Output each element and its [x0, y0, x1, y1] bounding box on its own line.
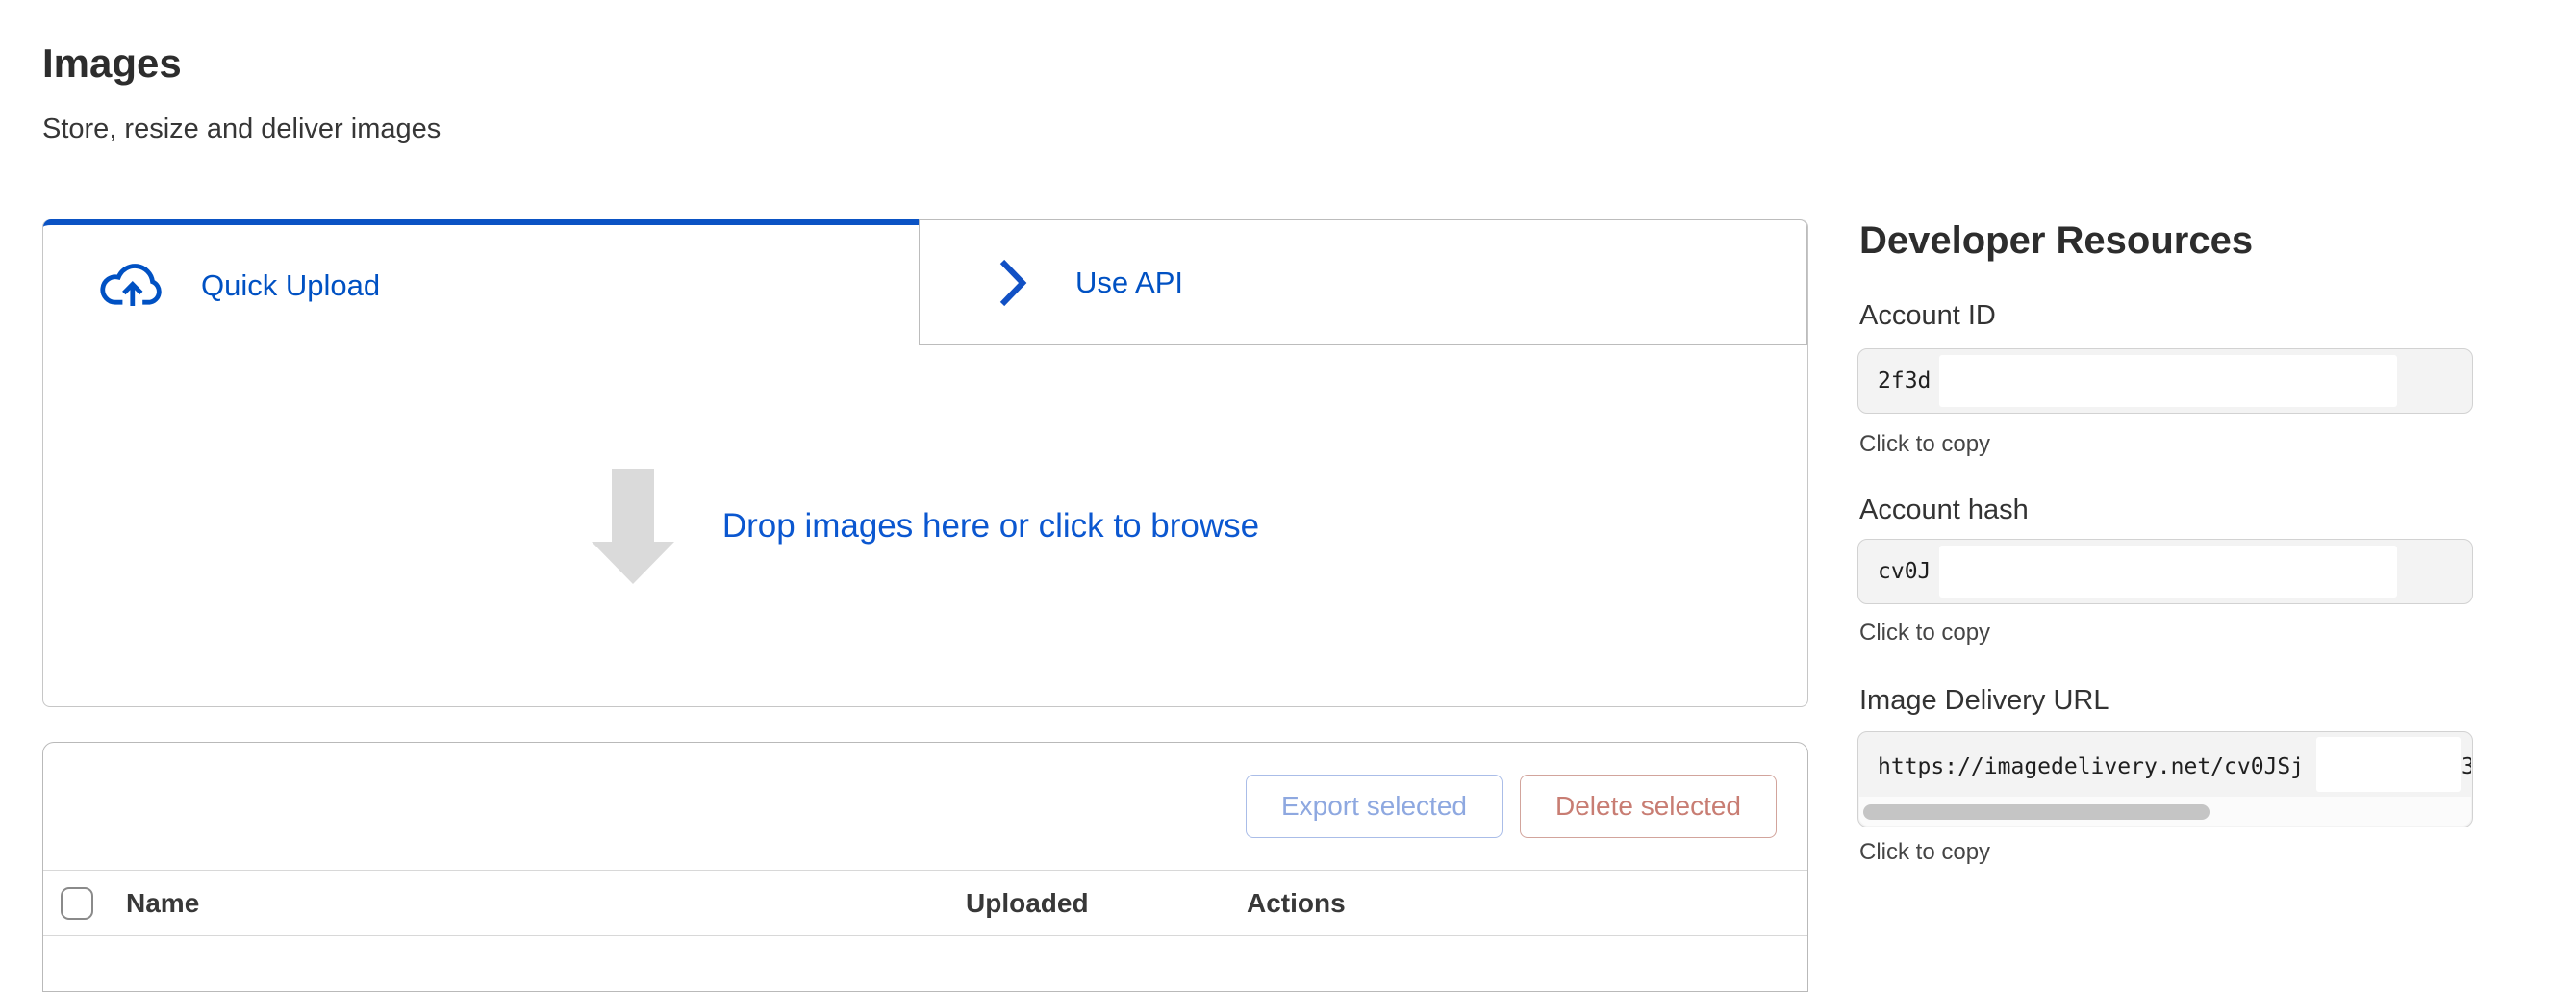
down-arrow-icon [592, 469, 674, 584]
redaction-box [1939, 355, 2397, 407]
delete-selected-button[interactable]: Delete selected [1520, 775, 1777, 838]
account-id-label: Account ID [1859, 300, 1996, 332]
redaction-box [1939, 546, 2397, 598]
table-header-row: Name Uploaded Actions [43, 871, 1807, 936]
account-id-value: 2f3d [1878, 369, 1931, 394]
tab-use-api[interactable]: Use API [919, 219, 1807, 345]
developer-resources-title: Developer Resources [1859, 219, 2253, 263]
upload-panel: Quick Upload Use API Drop images here or… [42, 219, 1808, 707]
account-hash-value: cv0J [1878, 559, 1931, 584]
image-dropzone[interactable]: Drop images here or click to browse [43, 345, 1807, 706]
page-title: Images [42, 40, 182, 87]
url-tail-fragment: 3 [2462, 754, 2471, 779]
list-actions-row: Export selected Delete selected [43, 743, 1807, 871]
image-delivery-url-label: Image Delivery URL [1859, 685, 2109, 717]
image-delivery-url-copy-hint[interactable]: Click to copy [1859, 839, 1990, 866]
tab-quick-upload-label: Quick Upload [201, 268, 380, 303]
redaction-box [2316, 737, 2461, 792]
column-header-actions: Actions [1247, 888, 1807, 919]
horizontal-scrollbar-thumb[interactable] [1863, 804, 2210, 820]
page-subtitle: Store, resize and deliver images [42, 114, 441, 145]
image-delivery-url-value: https://imagedelivery.net/cv0JSj [1878, 754, 2304, 779]
account-id-copy-hint[interactable]: Click to copy [1859, 431, 1990, 458]
tab-quick-upload[interactable]: Quick Upload [43, 219, 919, 345]
image-list-card: Export selected Delete selected Name Upl… [42, 742, 1808, 992]
upload-tabs: Quick Upload Use API [43, 219, 1807, 345]
account-hash-label: Account hash [1859, 495, 2029, 526]
account-hash-field[interactable]: cv0J [1857, 539, 2473, 604]
tab-use-api-label: Use API [1075, 266, 1183, 300]
image-delivery-url-field[interactable]: https://imagedelivery.net/cv0JSj 3 [1857, 731, 2473, 827]
column-header-uploaded: Uploaded [966, 888, 1247, 919]
select-all-cell [61, 887, 126, 920]
dropzone-text: Drop images here or click to browse [722, 507, 1259, 546]
chevron-right-icon [998, 257, 1027, 309]
account-hash-copy-hint[interactable]: Click to copy [1859, 620, 1990, 647]
cloud-upload-icon [97, 261, 168, 311]
export-selected-button[interactable]: Export selected [1246, 775, 1503, 838]
select-all-checkbox[interactable] [61, 887, 93, 920]
account-id-field[interactable]: 2f3d [1857, 348, 2473, 414]
column-header-name: Name [126, 888, 966, 919]
